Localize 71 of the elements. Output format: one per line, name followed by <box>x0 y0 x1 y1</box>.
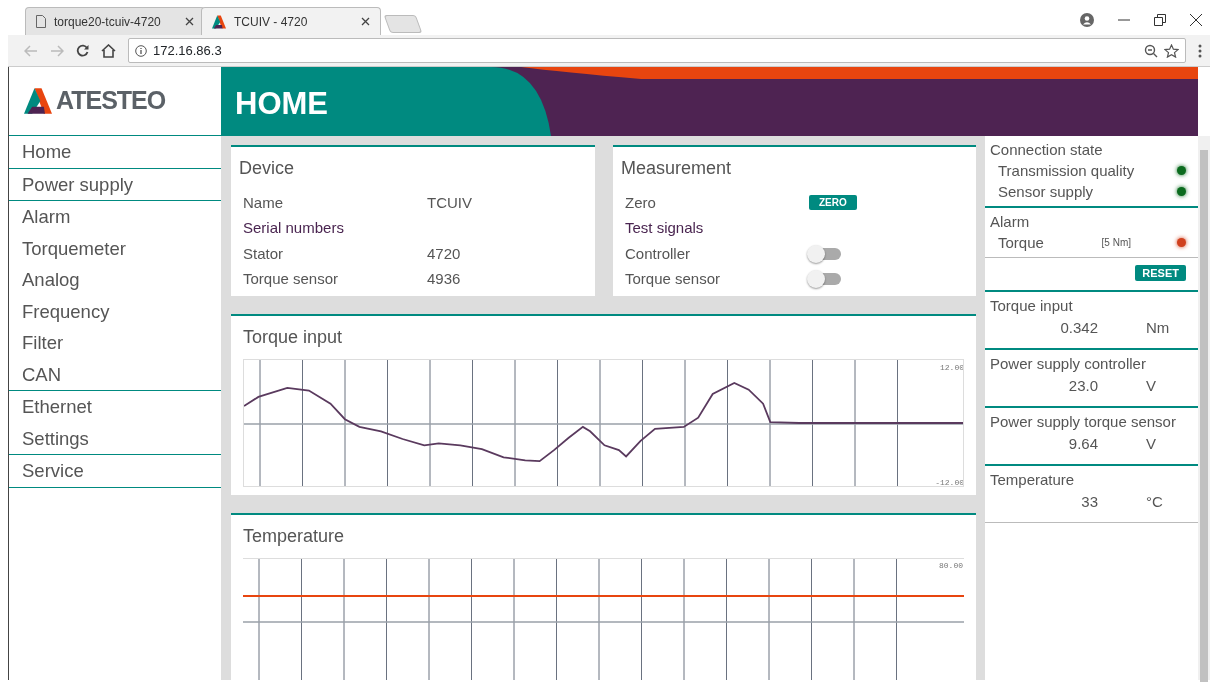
nav-link[interactable]: CAN <box>9 358 221 390</box>
reading-unit: Nm <box>1146 318 1170 338</box>
close-icon[interactable] <box>361 17 370 26</box>
nav-link[interactable]: Home <box>9 136 221 168</box>
reading-value: 0.342 <box>1059 318 1098 338</box>
profile-icon[interactable] <box>1080 12 1094 27</box>
field-label: Controller <box>625 243 692 264</box>
nav-link[interactable]: Frequency <box>9 295 221 327</box>
status-label: Torque <box>998 233 1045 253</box>
info-icon[interactable] <box>135 44 147 57</box>
home-icon[interactable] <box>101 43 116 58</box>
section-title: Connection state <box>990 140 1104 160</box>
field-label: Zero <box>625 192 657 213</box>
field-value: 4936 <box>427 269 461 289</box>
nav-link[interactable]: Filter <box>9 327 221 359</box>
reading-title: Power supply controller <box>990 354 1147 374</box>
field-label: Name <box>243 192 284 213</box>
logo-icon <box>212 14 226 29</box>
reading-value: 33 <box>1080 492 1098 512</box>
reading-title: Power supply torque sensor <box>990 412 1177 432</box>
axis-label: -12.00 <box>935 478 964 487</box>
reading-unit: V <box>1146 376 1156 396</box>
section-label: Test signals <box>625 218 704 238</box>
reading-title: Temperature <box>990 470 1076 490</box>
close-icon[interactable] <box>1190 13 1202 26</box>
reading-unit: V <box>1146 434 1156 454</box>
reload-icon[interactable] <box>76 44 89 57</box>
star-icon[interactable] <box>1164 43 1179 58</box>
nav-link[interactable]: Ethernet <box>9 391 221 423</box>
axis-label: 12.00 <box>940 363 964 372</box>
limit-label: [5 Nm] <box>1101 236 1131 250</box>
card-title: Measurement <box>621 157 733 180</box>
page-icon <box>36 15 46 28</box>
minimize-icon[interactable] <box>1118 18 1130 21</box>
scrollbar[interactable] <box>1198 136 1210 680</box>
reading-value: 9.64 <box>1067 434 1098 454</box>
nav-link[interactable]: Alarm <box>9 201 221 233</box>
nav-link[interactable]: Torquemeter <box>9 232 221 264</box>
toggle-switch[interactable] <box>809 273 841 286</box>
nav-link[interactable]: Settings <box>9 422 221 454</box>
logo-icon <box>23 87 53 115</box>
reading-value: 23.0 <box>1067 376 1098 396</box>
menu-icon[interactable] <box>1198 43 1202 58</box>
field-value: 4720 <box>427 243 461 264</box>
card-title: Temperature <box>243 525 346 548</box>
field-value: TCUIV <box>427 192 472 213</box>
zero-button[interactable]: ZERO <box>809 195 857 211</box>
reading-unit: °C <box>1146 492 1163 512</box>
nav-link[interactable]: Service <box>9 455 221 487</box>
card-title: Device <box>239 157 296 180</box>
reading-title: Torque input <box>990 296 1074 316</box>
field-label: Torque sensor <box>625 269 722 289</box>
nav-link[interactable]: Power supply <box>9 168 221 200</box>
status-label: Sensor supply <box>998 182 1095 202</box>
toggle-switch[interactable] <box>809 247 841 260</box>
browser-tab[interactable]: TCUIV - 4720 <box>201 7 381 35</box>
field-label: Stator <box>243 243 285 264</box>
reset-button[interactable]: RESET <box>1135 265 1186 281</box>
status-label: Transmission quality <box>998 161 1136 181</box>
section-label: Serial numbers <box>243 218 344 238</box>
zoom-out-icon[interactable] <box>1144 43 1158 58</box>
card-title: Torque input <box>243 326 344 349</box>
nav-link[interactable]: Analog <box>9 264 221 296</box>
close-icon[interactable] <box>185 17 194 26</box>
address-bar[interactable]: 172.16.86.3 <box>128 38 1186 63</box>
axis-label: 80.00 <box>939 561 963 570</box>
restore-icon[interactable] <box>1154 13 1166 26</box>
field-label: Torque sensor <box>243 269 340 289</box>
section-title: Alarm <box>990 212 1031 232</box>
page-title: HOME <box>235 85 328 123</box>
logo-text: ATESTEO <box>56 85 166 117</box>
